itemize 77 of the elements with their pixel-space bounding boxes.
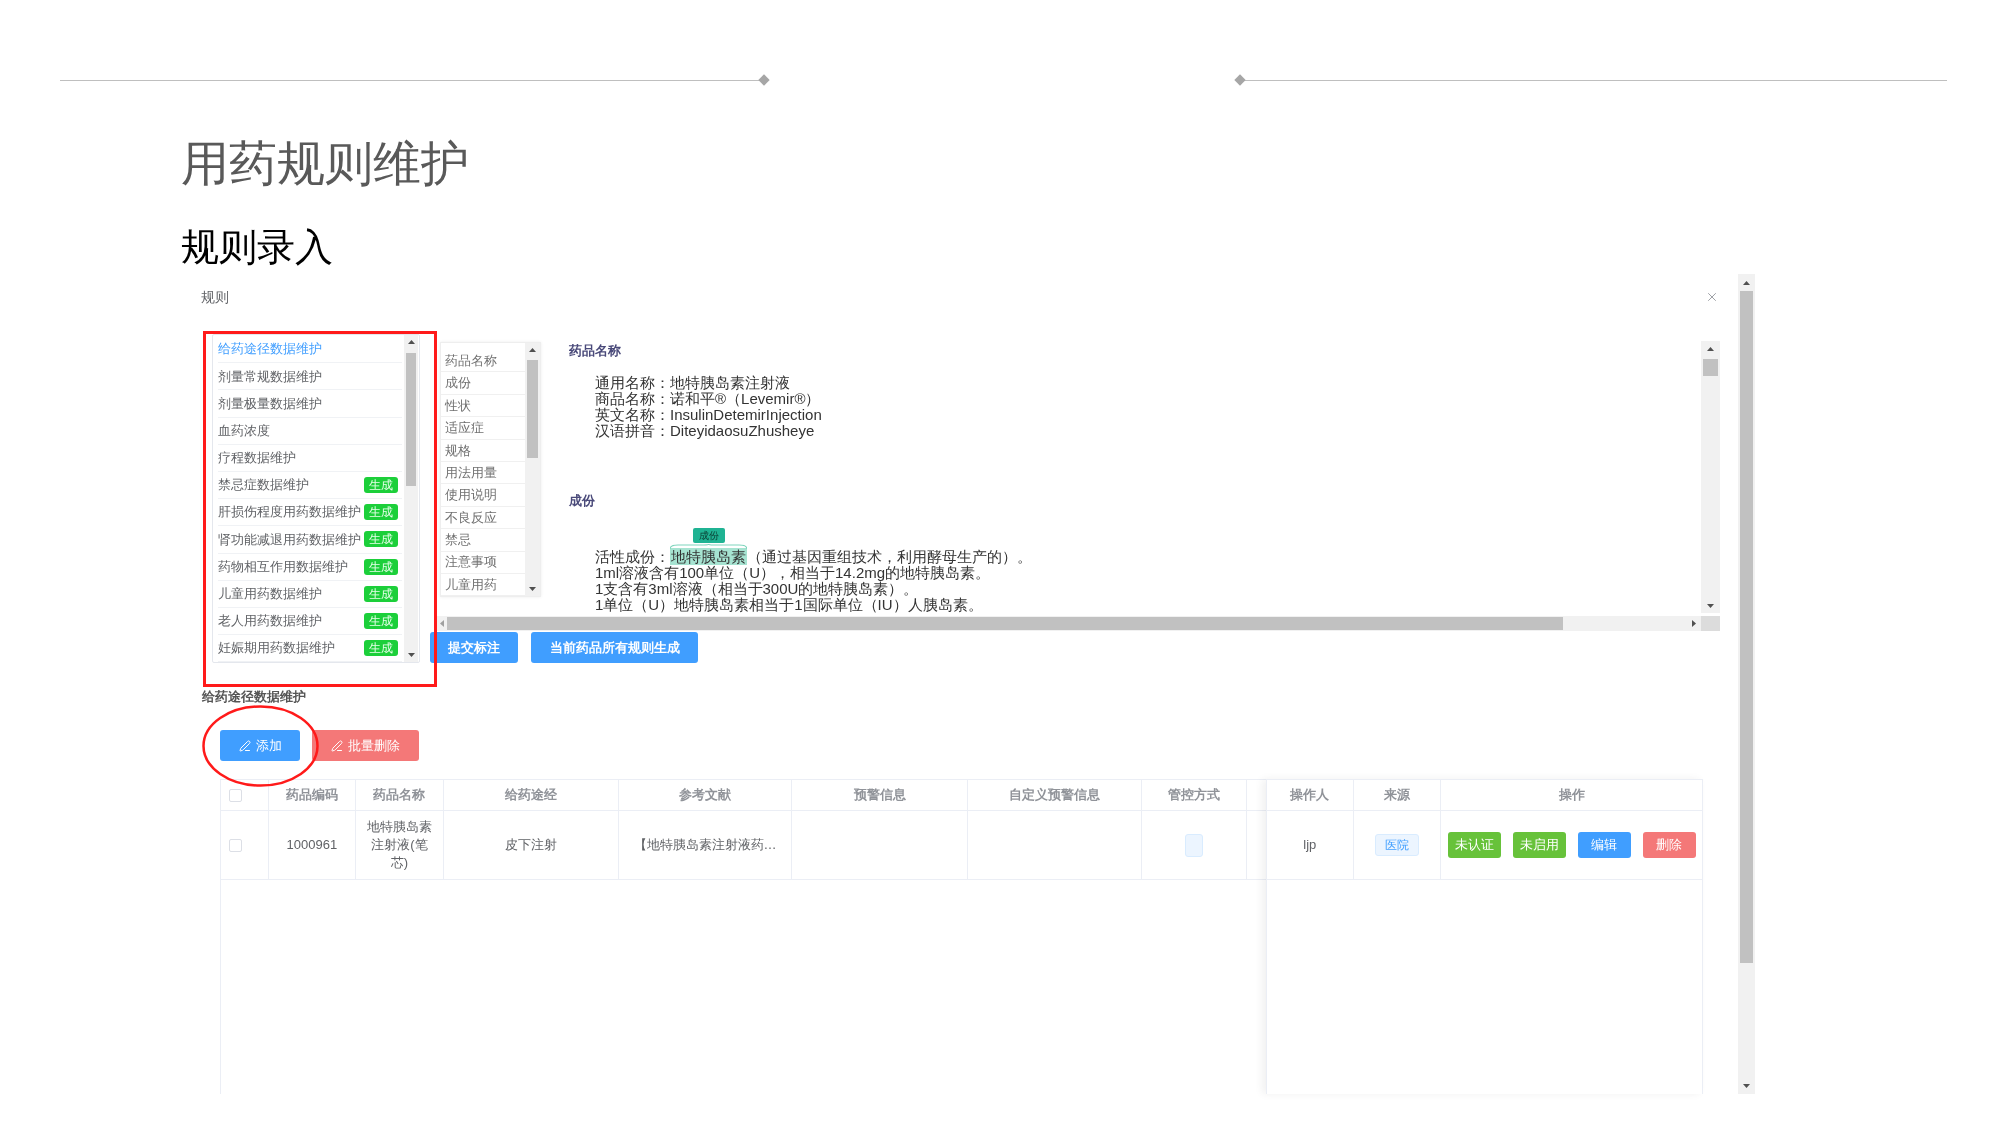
document-text: 活性成份： [595,549,670,565]
checkbox[interactable] [229,788,242,802]
column-header: 自定义预警信息 [968,780,1143,810]
column-header: 参考文献 [618,780,793,810]
section-heading: 成份 [569,493,596,509]
document-line: 1单位（U）地特胰岛素相当于1国际单位（IU）人胰岛素。 [594,597,984,613]
scrollbar-thumb[interactable] [527,360,538,458]
rule-list-item[interactable]: 血药浓度 [218,417,402,445]
rule-list-item[interactable]: 老人用药数据维护 生成 [218,607,402,636]
rule-list-item[interactable]: 妊娠期用药数据维护 生成 [218,635,402,663]
table-cell-text: 1000961 [286,836,338,855]
rule-list-item[interactable]: 药物相互作用数据维护 生成 [218,553,402,581]
column-header: 操作人 [1267,780,1354,810]
document-line: 汉语拼音：DiteyidaosuZhusheye [594,423,815,439]
document-line: 商品名称：诺和平®（Levemir®） [594,391,822,407]
scrollbar-corner [1701,616,1720,631]
pencil-icon [238,739,251,752]
rule-list-item[interactable]: 给药途径数据维护 [218,336,402,364]
scrollbar-thumb[interactable] [1740,291,1753,963]
caret-up-icon[interactable] [407,340,415,344]
caret-right-icon[interactable] [1692,620,1696,627]
empty-tag-icon [1185,833,1204,857]
rule-list-item[interactable]: 儿童用药数据维护 生成 [218,580,402,608]
pencil-icon [331,739,343,752]
checkbox[interactable] [229,838,242,852]
column-header: 预警信息 [792,780,969,810]
annotation-tag[interactable]: 成份 [692,528,725,543]
document-line: 1ml溶液含有100单位（U），相当于14.2mg的地特胰岛素。 [594,565,992,581]
slide-title: 用药规则维护 [181,140,469,188]
vertical-scrollbar[interactable] [525,343,540,596]
column-header: 操作 [1557,786,1586,805]
rule-list-item[interactable]: 肾功能减退用药数据维护 生成 [218,526,402,554]
table-title: 给药途径数据维护 [202,690,306,703]
table-cell-text: 皮下注射 [504,836,557,855]
document-line: 1支含有3ml溶液（相当于300U的地特胰岛素）。 [594,581,920,597]
column-header: 管控方式 [1142,780,1248,810]
rule-list-item[interactable]: 疗程数据维护 [218,444,402,472]
scrollbar-thumb[interactable] [406,353,416,486]
add-button[interactable]: 添加 [220,730,300,761]
section-heading: 药品名称 [569,343,622,359]
close-icon[interactable] [1705,290,1719,304]
caret-up-icon[interactable] [529,348,536,352]
horizontal-scrollbar[interactable] [437,616,1701,631]
source-tag: 医院 [1374,834,1419,856]
submit-annotation-button[interactable]: 提交标注 [430,632,518,663]
table-cell-text: ljp [1303,836,1317,855]
rule-list-item[interactable]: 肝损伤程度用药数据维护 生成 [218,499,402,527]
brace-icon [670,544,747,549]
scrollbar-thumb[interactable] [1703,359,1718,376]
scrollbar-thumb[interactable] [447,617,1563,630]
generate-rules-button[interactable]: 当前药品所有规则生成 [531,632,698,663]
document-line: 通用名称：地特胰岛素注射液 [594,375,791,391]
table-cell: 地特胰岛素注射液(笔芯) [365,818,433,872]
slide-subtitle: 规则录入 [181,228,333,266]
dialog-title: 规则 [201,289,229,305]
table-cell-text: 【地特胰岛素注射液药… [633,836,777,855]
caret-down-icon[interactable] [529,587,536,591]
column-header: 药品名称 [355,780,444,810]
rule-list-item[interactable]: 剂量常规数据维护 [218,363,402,391]
caret-down-icon[interactable] [407,653,415,657]
caret-up-icon[interactable] [1743,280,1750,285]
rule-list-item[interactable]: 禁忌症数据维护 生成 [218,471,402,500]
caret-up-icon[interactable] [1707,346,1714,351]
edit-button[interactable]: 编辑 [1577,832,1631,858]
document-text: （通过基因重组技术，利用酵母生产的）。 [747,549,1032,565]
highlighted-term[interactable]: 地特胰岛素 [670,548,747,565]
column-header: 给药途经 [443,780,619,810]
caret-down-icon[interactable] [1743,1083,1750,1088]
caret-left-icon[interactable] [440,620,444,627]
vertical-scrollbar[interactable] [1701,341,1720,613]
column-header: 来源 [1353,780,1442,810]
document-line: 英文名称：InsulinDetemirInjection [594,407,823,423]
column-header: 药品编码 [268,780,356,810]
vertical-scrollbar[interactable] [404,335,418,662]
caret-down-icon[interactable] [1707,603,1714,608]
rule-list-item[interactable]: 剂量极量数据维护 [218,390,402,418]
vertical-scrollbar[interactable] [1738,274,1755,1094]
